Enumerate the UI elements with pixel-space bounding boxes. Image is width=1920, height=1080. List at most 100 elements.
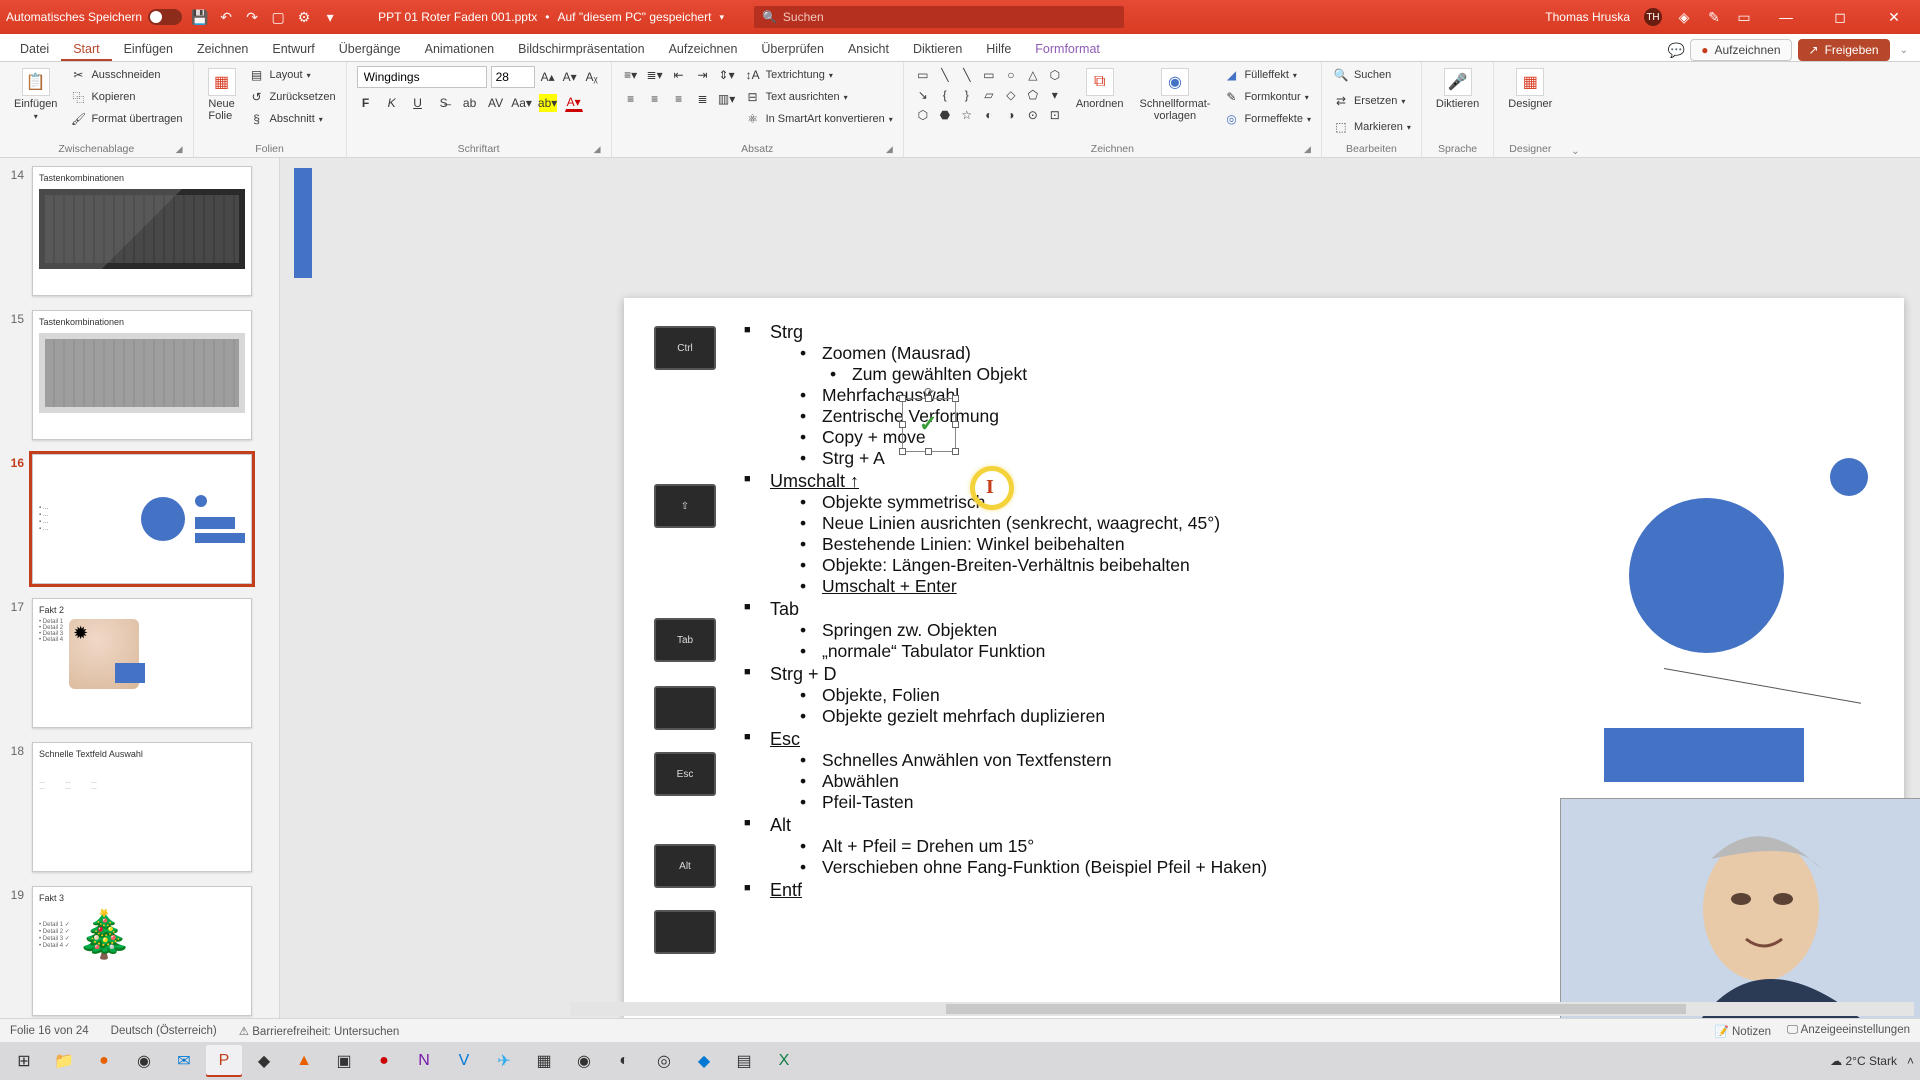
tab-ansicht[interactable]: Ansicht xyxy=(836,36,901,61)
designer-button[interactable]: ▦Designer xyxy=(1504,66,1556,112)
copy-button[interactable]: ⿻Kopieren xyxy=(69,88,182,106)
justify-button[interactable]: ≣ xyxy=(694,90,712,108)
quick-styles-button[interactable]: ◉Schnellformat- vorlagen xyxy=(1136,66,1215,124)
save-icon[interactable]: 💾 xyxy=(192,9,208,25)
maximize-button[interactable]: ◻ xyxy=(1820,0,1860,34)
ribbon-collapse-icon[interactable]: ⌄ xyxy=(1566,62,1584,157)
app-icon-8[interactable]: ▤ xyxy=(726,1045,762,1077)
select-button[interactable]: ⬚Markieren▾ xyxy=(1332,118,1411,136)
app-icon-5[interactable]: ◐ xyxy=(606,1045,642,1077)
drawing-launcher[interactable]: ◢ xyxy=(1304,144,1311,155)
thumb-17[interactable]: 17 Fakt 2 • Detail 1• Detail 2• Detail 3… xyxy=(4,598,269,728)
redo-icon[interactable]: ↷ xyxy=(244,9,260,25)
powerpoint-icon[interactable]: P xyxy=(206,1045,242,1077)
highlight-button[interactable]: ab▾ xyxy=(539,94,557,112)
vlc-icon[interactable]: ▲ xyxy=(286,1045,322,1077)
align-right-button[interactable]: ≡ xyxy=(670,90,688,108)
align-center-button[interactable]: ≡ xyxy=(646,90,664,108)
tab-ueberpruefen[interactable]: Überprüfen xyxy=(749,36,836,61)
tab-diktieren[interactable]: Diktieren xyxy=(901,36,974,61)
indent-button[interactable]: ⇥ xyxy=(694,66,712,84)
user-avatar[interactable]: TH xyxy=(1644,8,1662,26)
firefox-icon[interactable]: ● xyxy=(86,1045,122,1077)
minimize-button[interactable]: — xyxy=(1766,0,1806,34)
font-name-input[interactable] xyxy=(357,66,487,88)
status-notes[interactable]: 📝 Notizen xyxy=(1714,1024,1771,1038)
section-button[interactable]: §Abschnitt▾ xyxy=(248,110,336,128)
shadow-button[interactable]: ab xyxy=(461,94,479,112)
tab-bildschirmpraesentation[interactable]: Bildschirmpräsentation xyxy=(506,36,656,61)
obs-icon[interactable]: ◉ xyxy=(566,1045,602,1077)
tab-entwurf[interactable]: Entwurf xyxy=(260,36,326,61)
layout-button[interactable]: ▤Layout▾ xyxy=(248,66,336,84)
app-icon-2[interactable]: ▣ xyxy=(326,1045,362,1077)
tab-hilfe[interactable]: Hilfe xyxy=(974,36,1023,61)
app-icon-6[interactable]: ◎ xyxy=(646,1045,682,1077)
from-beginning-icon[interactable]: ▢ xyxy=(270,9,286,25)
numbering-button[interactable]: ≣▾ xyxy=(646,66,664,84)
tab-zeichnen[interactable]: Zeichnen xyxy=(185,36,260,61)
excel-icon[interactable]: X xyxy=(766,1045,802,1077)
explorer-icon[interactable]: 📁 xyxy=(46,1045,82,1077)
bullets-button[interactable]: ≡▾ xyxy=(622,66,640,84)
shrink-font-icon[interactable]: A▾ xyxy=(561,68,579,86)
tab-uebergaenge[interactable]: Übergänge xyxy=(327,36,413,61)
app-icon-1[interactable]: ◆ xyxy=(246,1045,282,1077)
thumb-16[interactable]: 16 ▪ …▪ …▪ …▪ … xyxy=(4,454,269,584)
tab-aufzeichnen[interactable]: Aufzeichnen xyxy=(657,36,750,61)
qat-more-icon[interactable]: ▾ xyxy=(322,9,338,25)
text-direction-button[interactable]: ↕ATextrichtung▾ xyxy=(744,66,893,84)
outdent-button[interactable]: ⇤ xyxy=(670,66,688,84)
search-input[interactable] xyxy=(783,10,1116,24)
diamond-icon[interactable]: ◈ xyxy=(1676,9,1692,25)
collapse-ribbon-icon[interactable]: ⌄ xyxy=(1896,45,1912,56)
arrange-button[interactable]: ⧉Anordnen xyxy=(1072,66,1128,112)
tab-einfuegen[interactable]: Einfügen xyxy=(112,36,185,61)
tab-formformat[interactable]: Formformat xyxy=(1023,36,1112,61)
share-button[interactable]: ↗Freigeben xyxy=(1798,39,1890,61)
paragraph-launcher[interactable]: ◢ xyxy=(886,144,893,155)
onenote-icon[interactable]: N xyxy=(406,1045,442,1077)
dictate-button[interactable]: 🎤Diktieren xyxy=(1432,66,1483,112)
font-size-input[interactable] xyxy=(491,66,535,88)
bold-button[interactable]: F xyxy=(357,94,375,112)
line-spacing-button[interactable]: ⇕▾ xyxy=(718,66,736,84)
smartart-button[interactable]: ⚛In SmartArt konvertieren▾ xyxy=(744,110,893,128)
thumb-18[interactable]: 18 Schnelle Textfeld Auswahl ……………… xyxy=(4,742,269,872)
shape-fill-button[interactable]: ◢Fülleffekt▾ xyxy=(1222,66,1311,84)
clipboard-launcher[interactable]: ◢ xyxy=(176,144,183,155)
horizontal-scrollbar[interactable] xyxy=(570,1002,1914,1016)
shape-outline-button[interactable]: ✎Formkontur▾ xyxy=(1222,88,1311,106)
tab-start[interactable]: Start xyxy=(61,36,111,61)
new-slide-button[interactable]: ▦Neue Folie xyxy=(204,66,240,124)
tab-datei[interactable]: Datei xyxy=(8,36,61,61)
font-launcher[interactable]: ◢ xyxy=(594,144,601,155)
start-button[interactable]: ⊞ xyxy=(6,1045,42,1077)
small-circle-shape[interactable] xyxy=(1830,458,1868,496)
status-language[interactable]: Deutsch (Österreich) xyxy=(111,1025,217,1037)
user-name[interactable]: Thomas Hruska xyxy=(1545,10,1630,24)
italic-button[interactable]: K xyxy=(383,94,401,112)
reset-button[interactable]: ↺Zurücksetzen xyxy=(248,88,336,106)
thumb-14[interactable]: 14 Tastenkombinationen xyxy=(4,166,269,296)
status-slide[interactable]: Folie 16 von 24 xyxy=(10,1025,89,1037)
ribbon-mode-icon[interactable]: ▭ xyxy=(1736,9,1752,25)
strike-button[interactable]: S̶ xyxy=(435,94,453,112)
status-display-settings[interactable]: 🖵 Anzeigeeinstellungen xyxy=(1787,1024,1910,1037)
thumb-19[interactable]: 19 Fakt 3 • Detail 1 ✓• Detail 2 ✓• Deta… xyxy=(4,886,269,1016)
search-box[interactable]: 🔍 xyxy=(754,6,1124,28)
clear-format-icon[interactable]: Aᵪ xyxy=(583,68,601,86)
rect-shape-1[interactable] xyxy=(1604,728,1804,782)
spacing-button[interactable]: AV xyxy=(487,94,505,112)
selected-shape[interactable]: ⟳ ✓ xyxy=(902,398,956,452)
vscode-icon[interactable]: V xyxy=(446,1045,482,1077)
replace-button[interactable]: ⇄Ersetzen▾ xyxy=(1332,92,1405,110)
app-icon-4[interactable]: ▦ xyxy=(526,1045,562,1077)
underline-button[interactable]: U xyxy=(409,94,427,112)
comments-icon[interactable]: 💬 xyxy=(1668,42,1684,58)
slide-canvas[interactable]: Ctrl ⇧ Tab Esc Alt Strg Zoomen (Mausrad)… xyxy=(280,158,1920,1018)
font-color-button[interactable]: A▾ xyxy=(565,94,583,112)
paste-button[interactable]: 📋Einfügen▾ xyxy=(10,66,61,123)
chrome-icon[interactable]: ◉ xyxy=(126,1045,162,1077)
outlook-icon[interactable]: ✉ xyxy=(166,1045,202,1077)
